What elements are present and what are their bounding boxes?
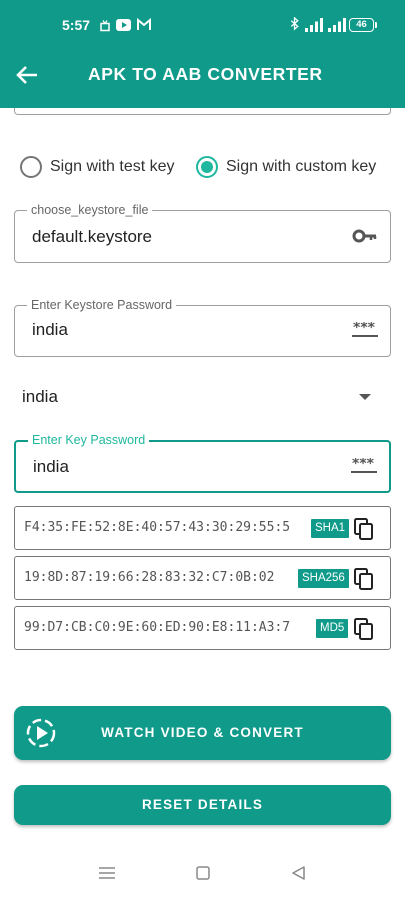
copy-icon[interactable] — [354, 618, 374, 640]
battery-icon: 46 — [349, 18, 374, 32]
field-value: india — [32, 320, 68, 339]
sha1-hash-box: F4:35:FE:52:8E:40:57:43:30:29:55:5 SHA1 — [14, 506, 391, 550]
svg-text:***: *** — [353, 322, 376, 336]
radio-button-checked[interactable] — [196, 156, 218, 178]
watch-video-convert-button[interactable]: WATCH VIDEO & CONVERT — [14, 706, 391, 760]
page-title: APK TO AAB CONVERTER — [88, 64, 323, 84]
password-icon[interactable]: *** — [351, 458, 377, 474]
radio-label: Sign with custom key — [226, 158, 377, 175]
reset-details-button[interactable]: RESET DETAILS — [14, 785, 391, 825]
field-label: Enter Keystore Password — [27, 298, 177, 312]
status-time: 5:57 — [62, 17, 91, 33]
arrow-back-icon — [16, 66, 37, 84]
button-label: RESET DETAILS — [141, 797, 264, 812]
status-bar: 5:57 46 — [0, 0, 405, 48]
copy-icon[interactable] — [354, 518, 374, 540]
back-button[interactable] — [12, 60, 42, 90]
hash-value: 99:D7:CB:C0:9E:60:ED:90:E8:11:A3:7 — [24, 620, 291, 635]
back-triangle-icon[interactable] — [292, 866, 306, 880]
key-password-field[interactable]: Enter Key Password india *** — [14, 433, 391, 493]
home-icon[interactable] — [196, 866, 210, 880]
hash-badge: MD5 — [316, 619, 349, 638]
field-value: default.keystore — [32, 227, 153, 246]
dropdown-arrow-icon[interactable] — [359, 394, 371, 400]
radio-button-unchecked[interactable] — [20, 156, 42, 178]
system-nav-bar — [0, 843, 405, 900]
toolbar: APK TO AAB CONVERTER — [0, 48, 405, 104]
svg-text:***: *** — [352, 458, 375, 472]
radio-label: Sign with test key — [50, 158, 175, 175]
password-icon[interactable]: *** — [352, 322, 378, 338]
radio-custom-key[interactable]: Sign with custom key — [196, 154, 376, 180]
cast-icon — [100, 20, 110, 32]
previous-field[interactable] — [14, 108, 391, 115]
field-label: choose_keystore_file — [27, 203, 153, 217]
hash-value: 19:8D:87:19:66:28:83:32:C7:0B:02 — [24, 570, 275, 585]
hash-badge: SHA256 — [298, 569, 349, 588]
keystore-file-field[interactable]: choose_keystore_file default.keystore — [14, 203, 391, 263]
field-label: Enter Key Password — [28, 433, 150, 447]
gmail-icon — [137, 18, 151, 30]
play-video-icon — [26, 718, 56, 748]
hash-value: F4:35:FE:52:8E:40:57:43:30:29:55:5 — [24, 520, 291, 535]
radio-test-key[interactable]: Sign with test key — [20, 154, 175, 180]
keystore-password-field[interactable]: Enter Keystore Password india *** — [14, 298, 391, 357]
battery-level: 46 — [356, 19, 367, 30]
bluetooth-icon — [290, 17, 299, 31]
alias-select-value[interactable]: india — [22, 387, 58, 407]
menu-icon[interactable] — [99, 866, 115, 880]
key-icon[interactable] — [352, 227, 378, 245]
battery-tip — [375, 22, 377, 28]
button-label: WATCH VIDEO & CONVERT — [101, 725, 304, 740]
sha256-hash-box: 19:8D:87:19:66:28:83:32:C7:0B:02 SHA256 — [14, 556, 391, 600]
youtube-icon — [116, 19, 131, 31]
copy-icon[interactable] — [354, 568, 374, 590]
app-header: 5:57 46 APK TO AAB CONVERTER — [0, 0, 405, 108]
hash-badge: SHA1 — [311, 519, 350, 538]
form-scroll-area[interactable]: Sign with test key Sign with custom key … — [0, 108, 405, 843]
signal-icon — [328, 18, 346, 32]
md5-hash-box: 99:D7:CB:C0:9E:60:ED:90:E8:11:A3:7 MD5 — [14, 606, 391, 650]
field-value: india — [33, 457, 69, 476]
signal-icon — [305, 18, 323, 32]
